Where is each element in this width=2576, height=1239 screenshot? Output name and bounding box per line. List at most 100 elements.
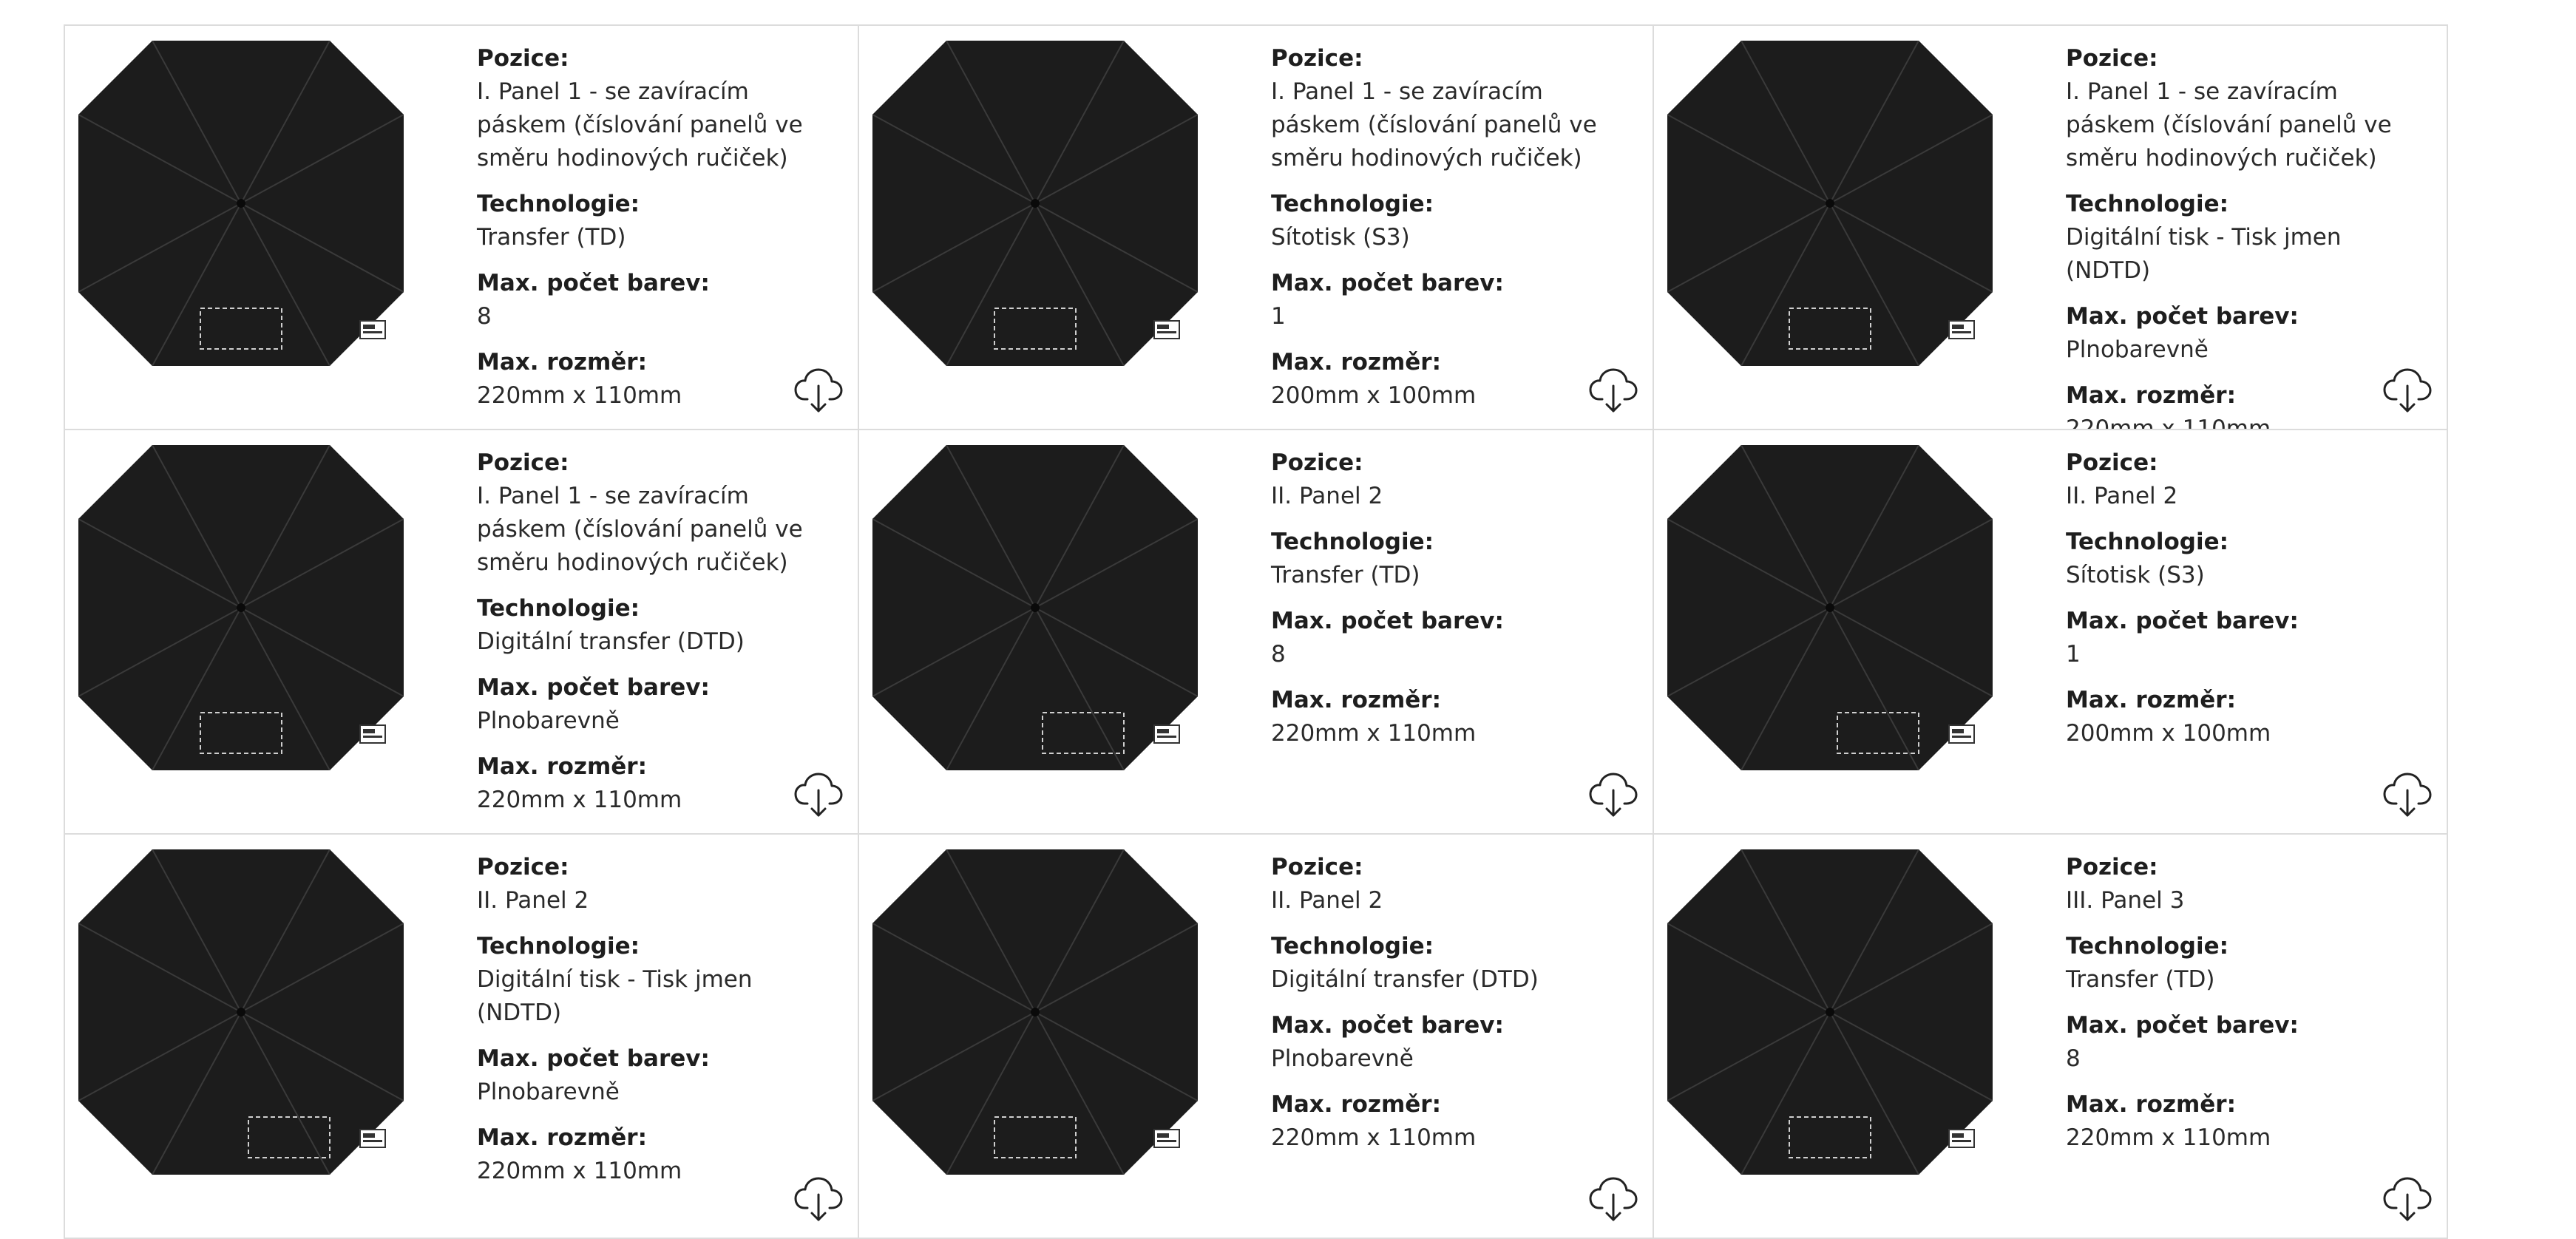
print-option-details: Pozice: I. Panel 1 - se zavíracím páskem… — [1271, 42, 1638, 413]
technology-label: Technologie: — [2066, 191, 2229, 217]
print-option-card: Pozice: I. Panel 1 - se zavíracím páskem… — [65, 430, 859, 835]
position-label: Pozice: — [477, 854, 569, 880]
max-size-label: Max. rozměr: — [2066, 382, 2236, 409]
technology-value: Digitální tisk - Tisk jmen (NDTD) — [2066, 224, 2342, 284]
print-option-card: Pozice: I. Panel 1 - se zavíracím páskem… — [859, 26, 1654, 430]
position-label: Pozice: — [477, 45, 569, 72]
technology-label: Technologie: — [477, 595, 640, 622]
position-value: I. Panel 1 - se zavíracím páskem (číslov… — [477, 78, 803, 172]
print-option-details: Pozice: II. Panel 2 Technologie: Transfe… — [1271, 447, 1638, 750]
max-size-value: 200mm x 100mm — [1271, 382, 1477, 409]
print-option-card: Pozice: I. Panel 1 - se zavíracím páskem… — [1654, 26, 2448, 430]
max-colors-value: 8 — [1271, 641, 1286, 668]
print-option-card: Pozice: I. Panel 1 - se zavíracím páskem… — [65, 26, 859, 430]
cloud-download-icon[interactable] — [1589, 1174, 1638, 1223]
print-option-details: Pozice: III. Panel 3 Technologie: Transf… — [2066, 851, 2432, 1155]
max-colors-label: Max. počet barev: — [2066, 608, 2299, 634]
technology-label: Technologie: — [2066, 933, 2229, 960]
max-colors-label: Max. počet barev: — [2066, 303, 2299, 330]
max-colors-label: Max. počet barev: — [2066, 1012, 2299, 1039]
position-label: Pozice: — [2066, 45, 2158, 72]
position-value: II. Panel 2 — [477, 887, 589, 914]
logo-mark-icon — [359, 1129, 386, 1148]
max-size-label: Max. rozměr: — [477, 753, 647, 780]
technology-label: Technologie: — [1271, 191, 1434, 217]
max-colors-value: Plnobarevně — [2066, 336, 2209, 363]
max-size-label: Max. rozměr: — [1271, 687, 1441, 713]
technology-label: Technologie: — [1271, 529, 1434, 555]
cloud-download-icon[interactable] — [2383, 365, 2432, 414]
cloud-download-icon[interactable] — [2383, 770, 2432, 818]
max-colors-value: 1 — [1271, 303, 1286, 330]
position-label: Pozice: — [2066, 854, 2158, 880]
print-option-details: Pozice: I. Panel 1 - se zavíracím páskem… — [477, 447, 843, 817]
print-option-card: Pozice: II. Panel 2 Technologie: Transfe… — [859, 430, 1654, 835]
position-value: II. Panel 2 — [2066, 483, 2178, 509]
cloud-download-icon[interactable] — [794, 1174, 843, 1223]
technology-value: Digitální transfer (DTD) — [477, 628, 745, 655]
max-colors-value: 8 — [477, 303, 492, 330]
print-option-details: Pozice: I. Panel 1 - se zavíracím páskem… — [2066, 42, 2432, 430]
max-size-label: Max. rozměr: — [477, 349, 647, 376]
technology-label: Technologie: — [477, 933, 640, 960]
umbrella-product-image — [1667, 445, 1993, 770]
max-colors-value: 1 — [2066, 641, 2081, 668]
print-option-details: Pozice: I. Panel 1 - se zavíracím páskem… — [477, 42, 843, 413]
technology-value: Sítotisk (S3) — [2066, 562, 2205, 588]
max-size-label: Max. rozměr: — [2066, 687, 2236, 713]
max-colors-value: Plnobarevně — [1271, 1045, 1414, 1072]
max-size-value: 220mm x 110mm — [1271, 720, 1477, 747]
max-size-value: 220mm x 110mm — [2066, 415, 2271, 430]
max-size-label: Max. rozměr: — [1271, 1091, 1441, 1118]
print-option-card: Pozice: II. Panel 2 Technologie: Digitál… — [859, 835, 1654, 1239]
umbrella-product-image — [1667, 41, 1993, 366]
position-value: I. Panel 1 - se zavíracím páskem (číslov… — [1271, 78, 1597, 172]
cloud-download-icon[interactable] — [1589, 770, 1638, 818]
logo-mark-icon — [1948, 320, 1975, 339]
technology-value: Digitální tisk - Tisk jmen (NDTD) — [477, 966, 753, 1026]
max-colors-label: Max. počet barev: — [1271, 608, 1504, 634]
umbrella-product-image — [78, 849, 404, 1175]
max-size-label: Max. rozměr: — [2066, 1091, 2236, 1118]
logo-mark-icon — [1153, 320, 1180, 339]
max-colors-value: 8 — [2066, 1045, 2081, 1072]
max-colors-label: Max. počet barev: — [477, 1045, 710, 1072]
technology-value: Transfer (TD) — [477, 224, 626, 251]
max-size-value: 220mm x 110mm — [2066, 1124, 2271, 1151]
print-options-grid: Pozice: I. Panel 1 - se zavíracím páskem… — [64, 24, 2448, 1239]
logo-mark-icon — [359, 724, 386, 744]
position-value: I. Panel 1 - se zavíracím páskem (číslov… — [477, 483, 803, 576]
print-option-card: Pozice: II. Panel 2 Technologie: Sítotis… — [1654, 430, 2448, 835]
cloud-download-icon[interactable] — [794, 365, 843, 414]
max-size-label: Max. rozměr: — [1271, 349, 1441, 376]
print-option-details: Pozice: II. Panel 2 Technologie: Digitál… — [477, 851, 843, 1188]
position-label: Pozice: — [477, 449, 569, 476]
technology-value: Sítotisk (S3) — [1271, 224, 1410, 251]
umbrella-product-image — [872, 849, 1198, 1175]
umbrella-product-image — [872, 445, 1198, 770]
max-size-value: 220mm x 110mm — [477, 382, 682, 409]
max-size-value: 200mm x 100mm — [2066, 720, 2271, 747]
max-colors-value: Plnobarevně — [477, 1079, 620, 1105]
cloud-download-icon[interactable] — [1589, 365, 1638, 414]
max-size-value: 220mm x 110mm — [477, 787, 682, 813]
technology-value: Transfer (TD) — [2066, 966, 2215, 993]
max-colors-label: Max. počet barev: — [477, 674, 710, 701]
position-value: I. Panel 1 - se zavíracím páskem (číslov… — [2066, 78, 2392, 172]
technology-value: Digitální transfer (DTD) — [1271, 966, 1539, 993]
cloud-download-icon[interactable] — [2383, 1174, 2432, 1223]
cloud-download-icon[interactable] — [794, 770, 843, 818]
umbrella-product-image — [1667, 849, 1993, 1175]
technology-label: Technologie: — [2066, 529, 2229, 555]
max-colors-value: Plnobarevně — [477, 707, 620, 734]
max-colors-label: Max. počet barev: — [477, 270, 710, 296]
print-option-card: Pozice: II. Panel 2 Technologie: Digitál… — [65, 835, 859, 1239]
logo-mark-icon — [1948, 724, 1975, 744]
umbrella-product-image — [872, 41, 1198, 366]
max-colors-label: Max. počet barev: — [1271, 1012, 1504, 1039]
max-size-value: 220mm x 110mm — [477, 1158, 682, 1184]
umbrella-product-image — [78, 41, 404, 366]
technology-label: Technologie: — [477, 191, 640, 217]
print-option-details: Pozice: II. Panel 2 Technologie: Sítotis… — [2066, 447, 2432, 750]
position-label: Pozice: — [1271, 854, 1363, 880]
